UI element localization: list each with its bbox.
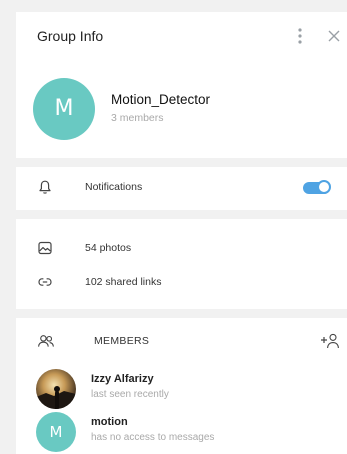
- more-options-button[interactable]: [290, 25, 310, 47]
- member-name: Izzy Alfarizy: [91, 373, 154, 385]
- group-name: Motion_Detector: [111, 92, 211, 107]
- notifications-row[interactable]: Notifications: [16, 170, 347, 204]
- shared-links-row[interactable]: 102 shared links: [16, 265, 347, 299]
- member-item[interactable]: M motion has no access to messages: [16, 410, 347, 454]
- notifications-toggle[interactable]: [303, 180, 331, 194]
- member-item[interactable]: Izzy Alfarizy last seen recently: [16, 367, 347, 411]
- divider: [16, 210, 347, 219]
- photos-row[interactable]: 54 photos: [16, 231, 347, 265]
- divider: [16, 158, 347, 167]
- member-name: motion: [91, 416, 128, 428]
- header: Group Info: [16, 12, 347, 60]
- bell-icon: [39, 180, 51, 194]
- add-member-icon[interactable]: [319, 332, 341, 350]
- member-status: has no access to messages: [91, 432, 215, 443]
- page-title: Group Info: [37, 28, 104, 44]
- members-label: MEMBERS: [94, 335, 150, 347]
- avatar: [36, 369, 76, 409]
- group-member-count: 3 members: [111, 112, 164, 124]
- profile-photo: [36, 369, 76, 409]
- shared-links-label: 102 shared links: [85, 276, 162, 288]
- members-icon: [38, 335, 54, 347]
- more-vertical-icon: [298, 28, 302, 44]
- group-info-panel: Group Info M Motion_Detector 3 members N…: [16, 12, 347, 454]
- member-status: last seen recently: [91, 389, 169, 400]
- photos-label: 54 photos: [85, 242, 132, 254]
- close-button[interactable]: [324, 25, 344, 47]
- close-icon: [328, 30, 340, 42]
- group-avatar[interactable]: M: [33, 78, 95, 140]
- toggle-knob: [317, 180, 331, 194]
- notifications-label: Notifications: [85, 181, 143, 193]
- link-icon: [38, 278, 52, 286]
- members-header: MEMBERS: [16, 324, 347, 358]
- avatar: M: [36, 412, 76, 452]
- photo-icon: [38, 241, 52, 255]
- divider: [16, 309, 347, 318]
